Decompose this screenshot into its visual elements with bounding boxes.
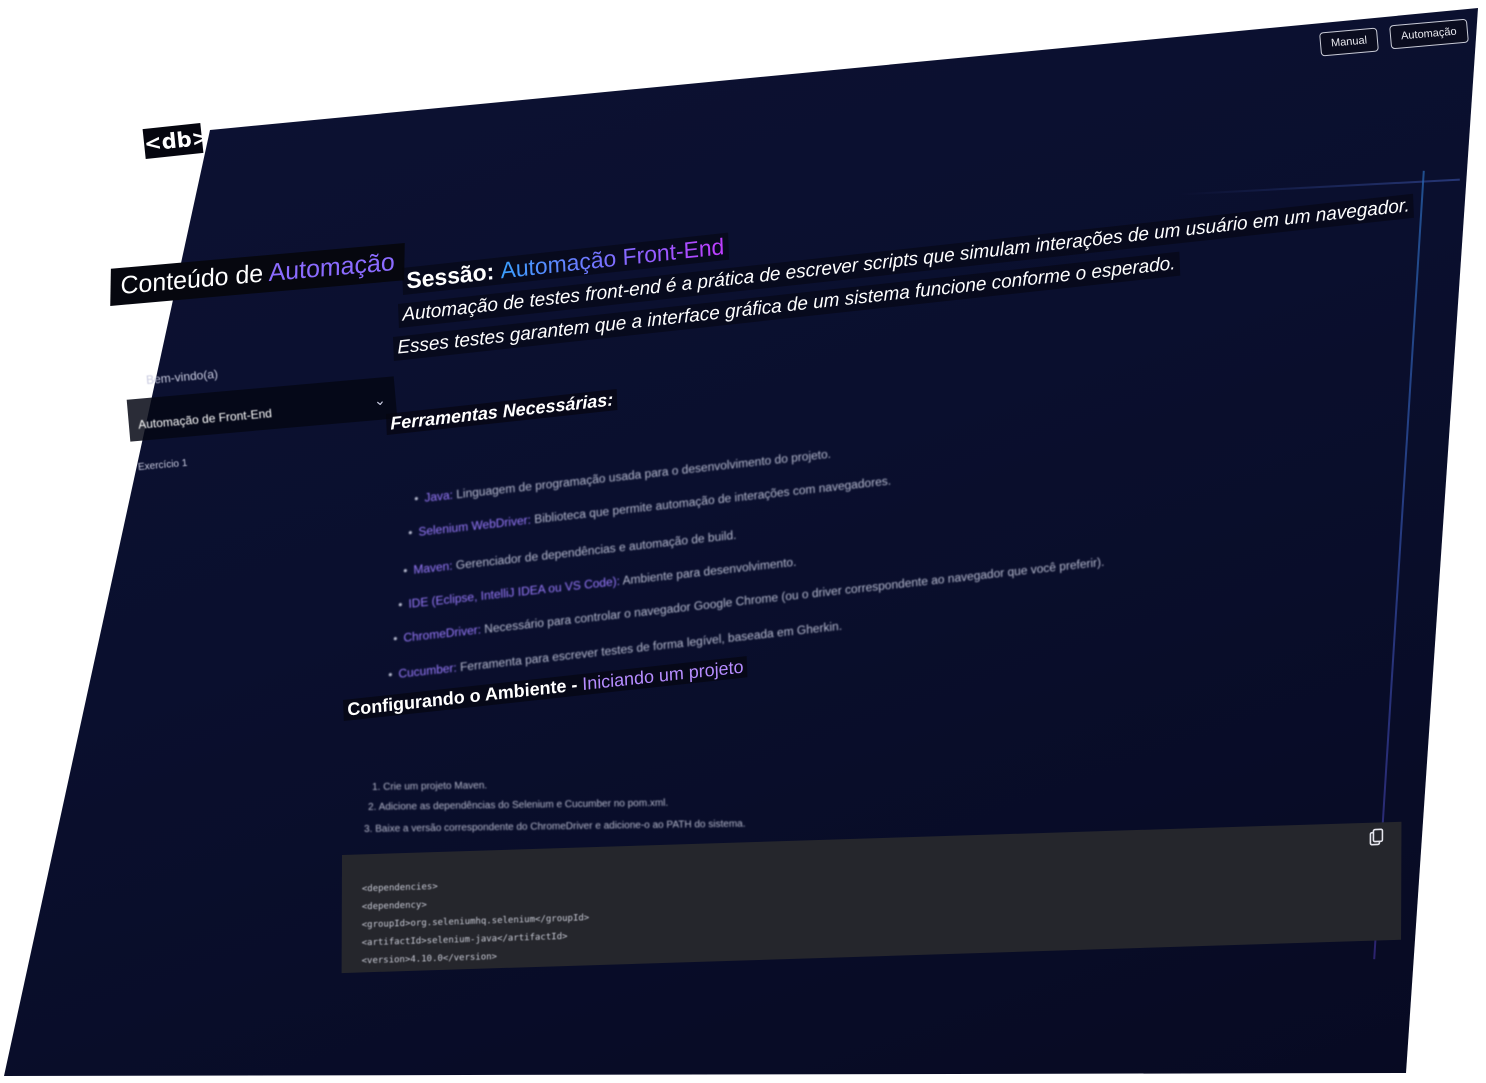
sidebar-title-accent: Automação [268, 247, 395, 288]
panel-border-top [1180, 178, 1460, 196]
logo[interactable]: <db> [142, 123, 210, 159]
manual-button[interactable]: Manual [1319, 27, 1380, 57]
step-item: 1. Crie um projeto Maven. [372, 780, 488, 793]
code-line: <artifactId>selenium-java</artifactId> [361, 931, 568, 949]
copy-icon[interactable] [1369, 828, 1384, 846]
code-line: <groupId>org.seleniumhq.selenium</groupI… [361, 913, 590, 931]
chevron-down-icon[interactable]: ⌄ [373, 392, 386, 410]
code-line: <dependency> [361, 900, 427, 913]
code-line: <version>4.10.0</version> [361, 952, 498, 967]
code-line: <dependencies> [361, 882, 438, 895]
sidebar-title-prefix: Conteúdo de [120, 258, 269, 301]
